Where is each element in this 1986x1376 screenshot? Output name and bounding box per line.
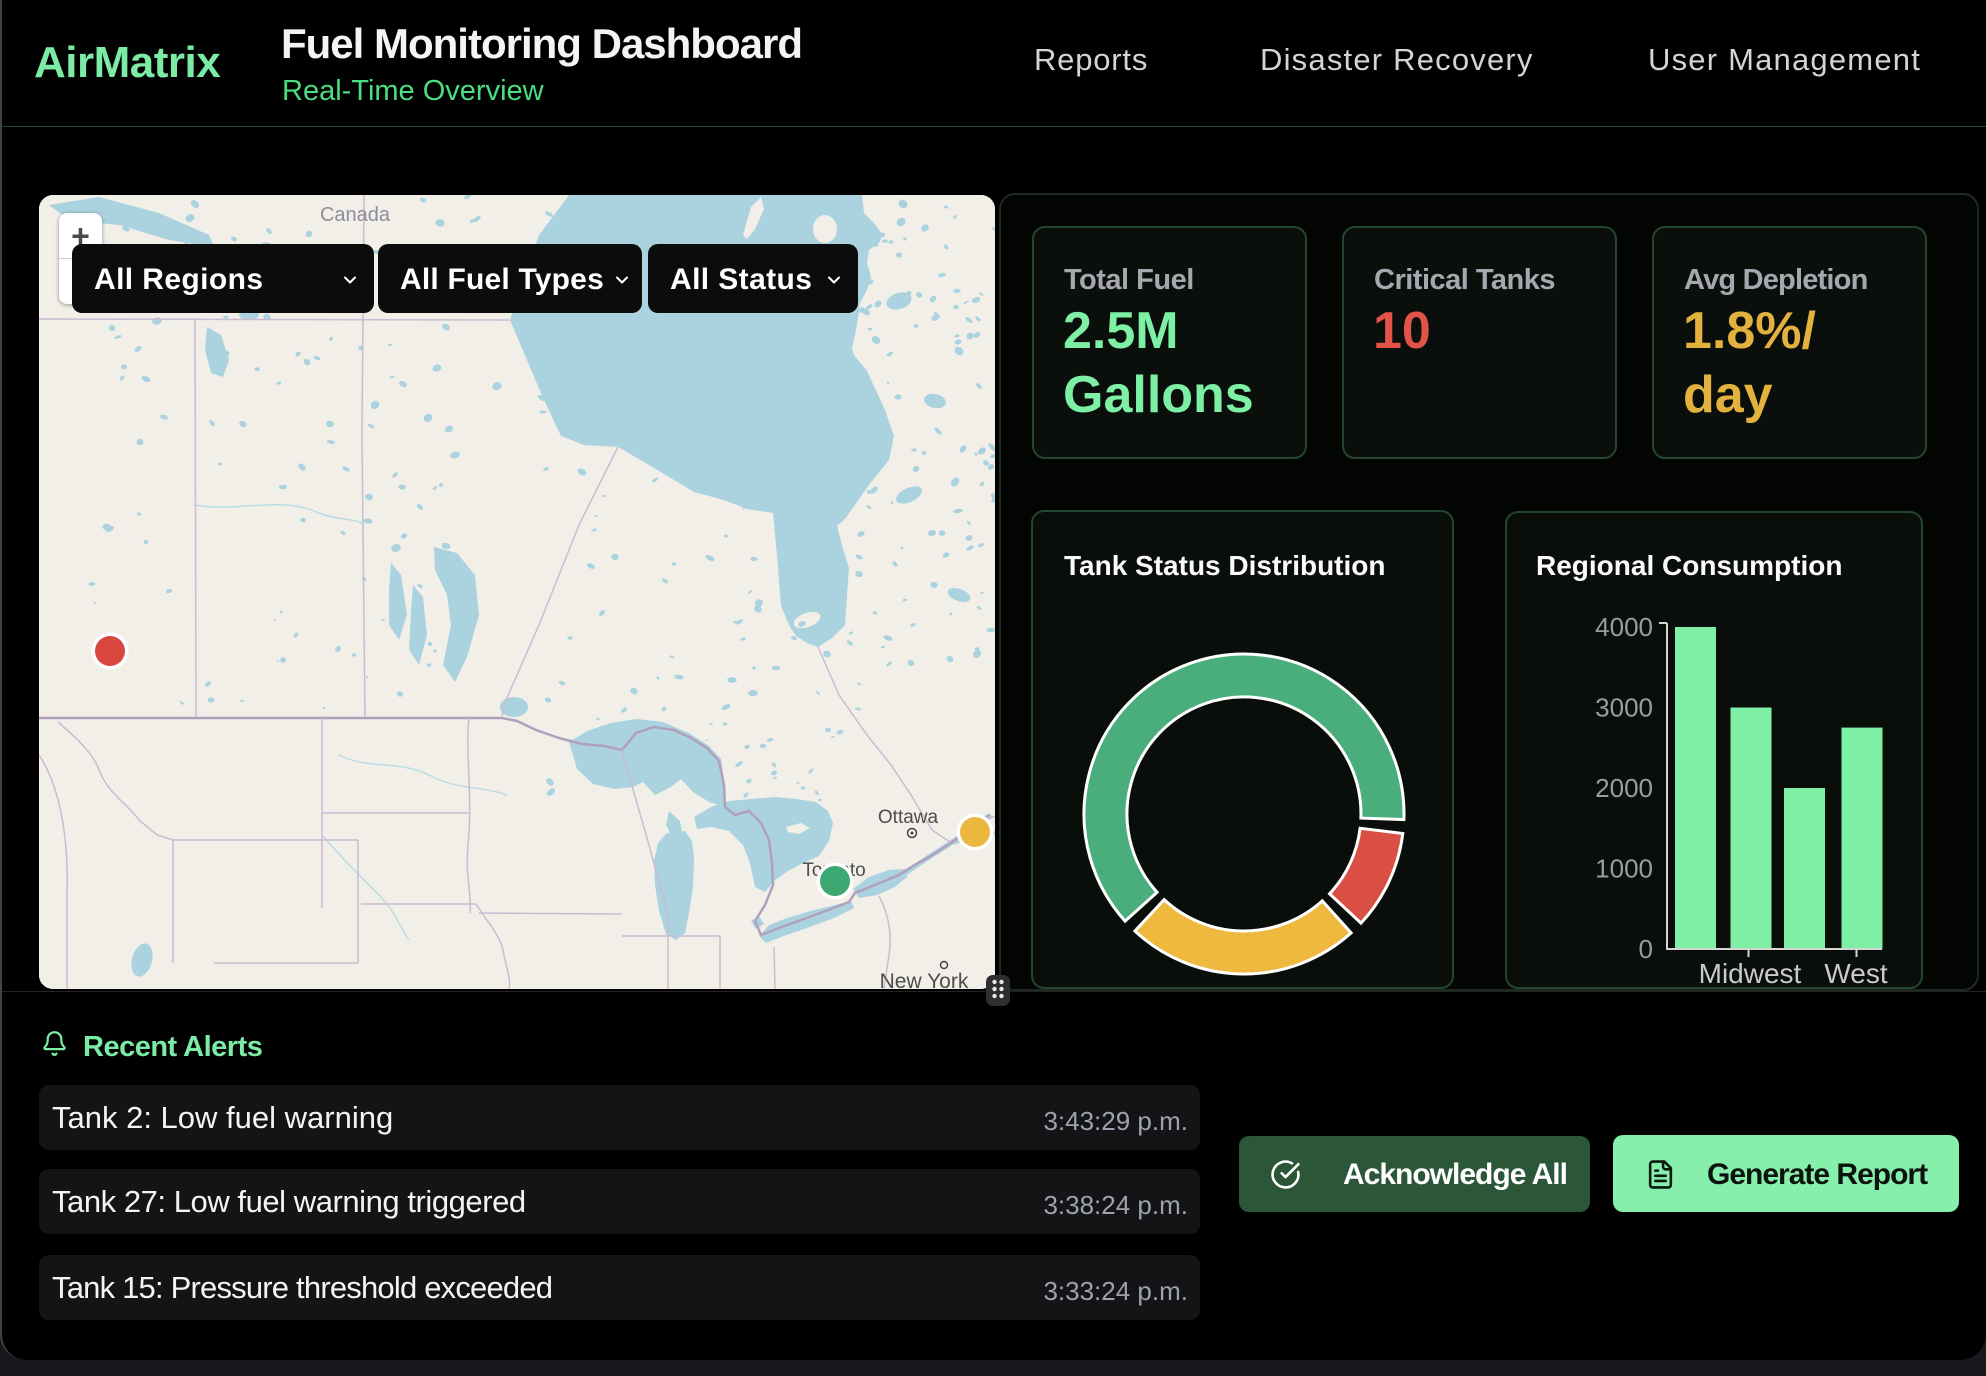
svg-text:New York: New York [880, 970, 969, 989]
svg-text:2000: 2000 [1595, 773, 1653, 803]
svg-text:1000: 1000 [1595, 854, 1653, 884]
svg-text:Ottawa: Ottawa [878, 807, 939, 828]
svg-text:West: West [1824, 958, 1887, 989]
svg-text:4000: 4000 [1595, 612, 1653, 642]
svg-text:3000: 3000 [1595, 693, 1653, 723]
svg-text:Midwest: Midwest [1699, 958, 1802, 989]
svg-text:Canada: Canada [320, 204, 391, 226]
svg-text:0: 0 [1639, 934, 1653, 964]
